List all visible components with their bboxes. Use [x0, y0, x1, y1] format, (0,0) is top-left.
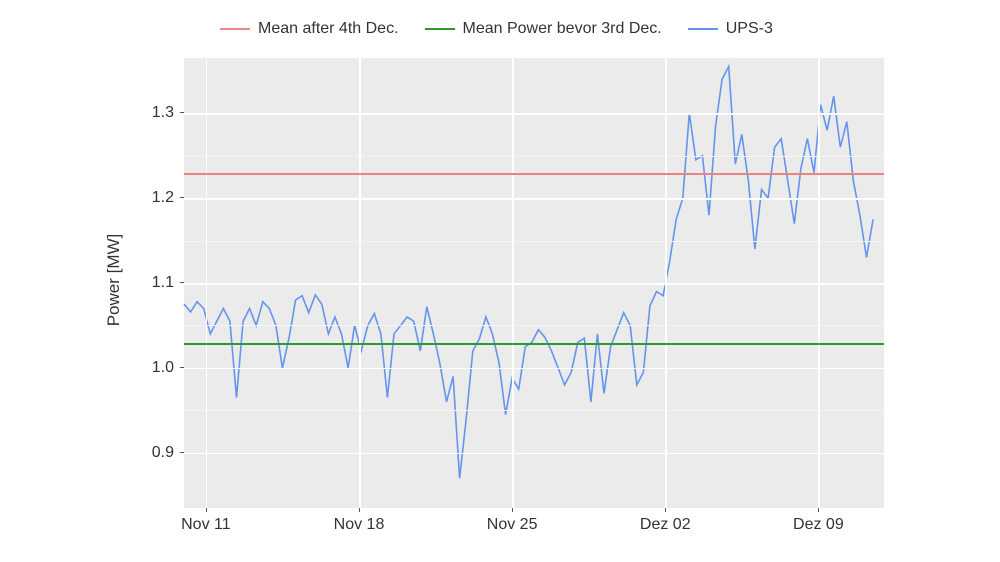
y-tick-label: 1.2 — [152, 189, 174, 207]
grid-line-v — [665, 58, 667, 508]
grid-line-v — [512, 58, 514, 508]
x-tick-label: Dez 02 — [640, 516, 691, 534]
x-tick-label: Nov 25 — [487, 516, 538, 534]
legend-swatch-green — [425, 28, 455, 30]
x-tick-label: Nov 11 — [181, 516, 231, 534]
legend-label: Mean Power bevor 3rd Dec. — [463, 20, 662, 38]
mean-after-line — [184, 173, 884, 175]
legend-label: Mean after 4th Dec. — [258, 20, 399, 38]
legend-item-mean-before: Mean Power bevor 3rd Dec. — [425, 20, 662, 38]
y-axis: 0.9 1.0 1.1 1.2 1.3 — [136, 58, 180, 508]
x-tick-mark — [665, 508, 666, 512]
grid-line-v — [818, 58, 820, 508]
grid-line-h — [184, 198, 884, 200]
legend-swatch-blue — [688, 28, 718, 30]
grid-line-v — [206, 58, 208, 508]
y-tick-label: 0.9 — [152, 444, 174, 462]
grid-line-v — [359, 58, 361, 508]
mean-before-line — [184, 343, 884, 345]
plot-area — [184, 58, 884, 508]
legend-label: UPS-3 — [726, 20, 773, 38]
grid-line-h — [184, 283, 884, 285]
legend: Mean after 4th Dec. Mean Power bevor 3rd… — [220, 20, 773, 38]
x-tick-mark — [512, 508, 513, 512]
y-tick-label: 1.3 — [152, 104, 174, 122]
y-tick-label: 1.0 — [152, 359, 174, 377]
grid-line-h — [184, 113, 884, 115]
chart: Mean after 4th Dec. Mean Power bevor 3rd… — [0, 0, 1000, 562]
legend-item-ups3: UPS-3 — [688, 20, 773, 38]
legend-swatch-red — [220, 28, 250, 30]
x-tick-label: Nov 18 — [334, 516, 385, 534]
grid-line-h — [184, 368, 884, 370]
x-tick-mark — [818, 508, 819, 512]
x-axis: Nov 11 Nov 18 Nov 25 Dez 02 Dez 09 — [184, 508, 884, 538]
x-tick-mark — [359, 508, 360, 512]
y-tick-label: 1.1 — [152, 274, 174, 292]
x-tick-mark — [206, 508, 207, 512]
grid-line-h — [184, 453, 884, 455]
y-axis-label: Power [MW] — [104, 234, 124, 327]
legend-item-mean-after: Mean after 4th Dec. — [220, 20, 399, 38]
x-tick-label: Dez 09 — [793, 516, 844, 534]
